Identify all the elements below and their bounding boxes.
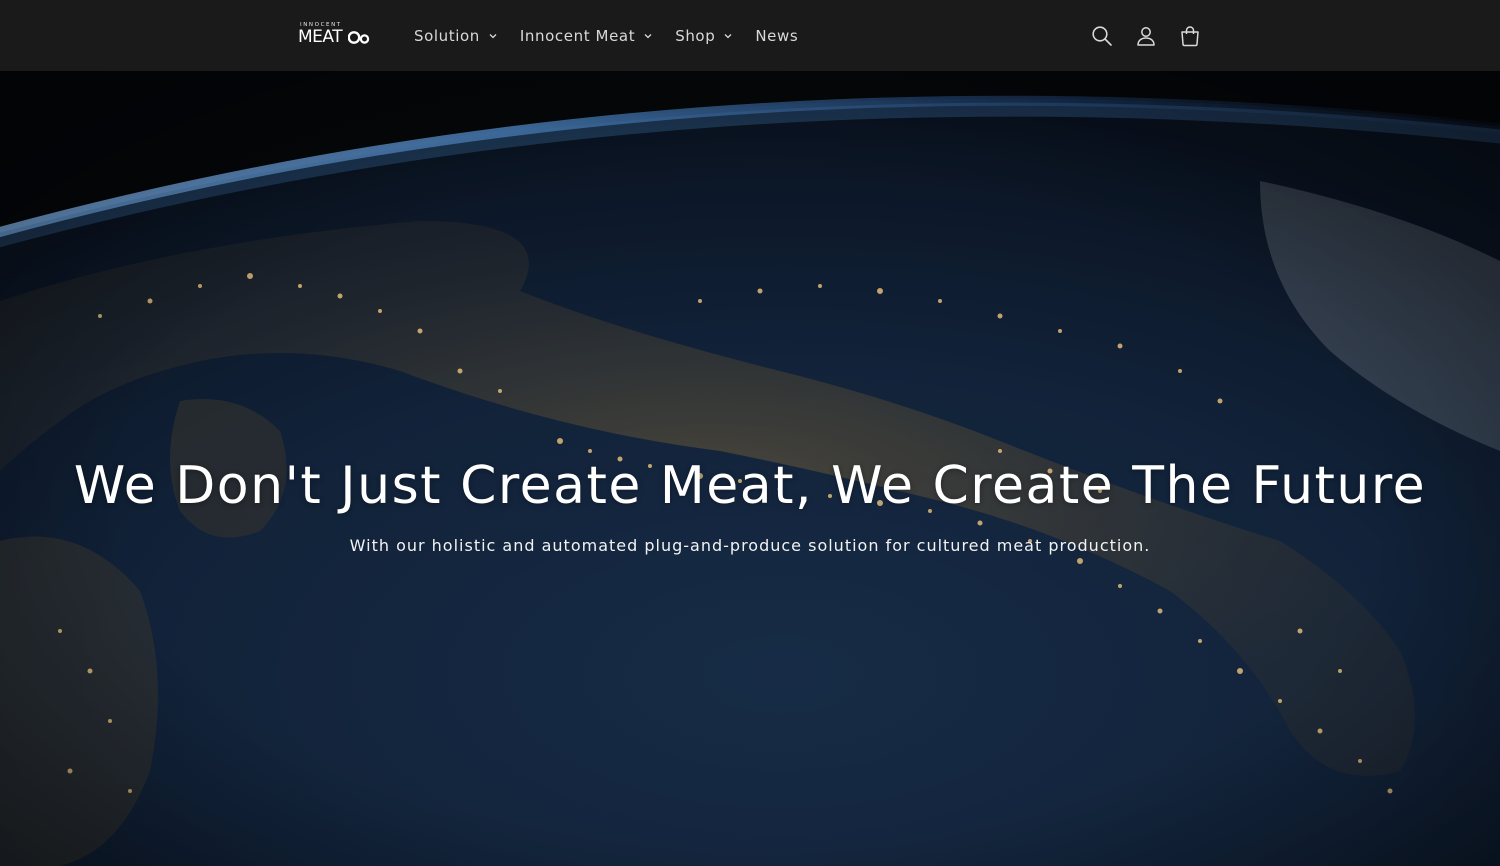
chevron-down-icon: [724, 33, 732, 38]
nav-item-innocent-meat[interactable]: Innocent Meat: [520, 27, 653, 45]
cart-icon: [1181, 25, 1199, 46]
search-icon: [1092, 25, 1112, 46]
logo-mark-icon: [348, 30, 370, 44]
hero-text: We Don't Just Create Meat, We Create The…: [0, 456, 1500, 555]
nav-item-label: Shop: [675, 26, 716, 45]
nav-item-solution[interactable]: Solution: [414, 27, 498, 45]
site-header: INNOCENT MEAT Solution Innocent Meat Sho…: [0, 0, 1500, 71]
account-button[interactable]: [1134, 24, 1158, 48]
page: INNOCENT MEAT Solution Innocent Meat Sho…: [0, 0, 1500, 866]
nav-item-label: Innocent Meat: [519, 26, 636, 45]
chevron-down-icon: [644, 33, 652, 38]
nav-item-label: Solution: [414, 26, 480, 45]
nav-item-news[interactable]: News: [755, 27, 798, 45]
account-icon: [1137, 26, 1155, 46]
site-logo[interactable]: INNOCENT MEAT: [298, 22, 370, 48]
header-icons: [1090, 24, 1202, 48]
hero-title: We Don't Just Create Meat, We Create The…: [73, 456, 1427, 516]
search-button[interactable]: [1090, 24, 1114, 48]
nav-item-label: News: [755, 26, 799, 45]
logo-big-text: MEAT: [298, 26, 343, 47]
nav-item-shop[interactable]: Shop: [675, 27, 733, 45]
main-nav: Solution Innocent Meat Shop News: [414, 27, 798, 45]
hero-subtitle: With our holistic and automated plug-and…: [349, 536, 1151, 555]
cart-button[interactable]: [1178, 24, 1202, 48]
hero-banner: We Don't Just Create Meat, We Create The…: [0, 71, 1500, 866]
header-inner: INNOCENT MEAT Solution Innocent Meat Sho…: [298, 0, 1202, 71]
chevron-down-icon: [489, 33, 497, 38]
